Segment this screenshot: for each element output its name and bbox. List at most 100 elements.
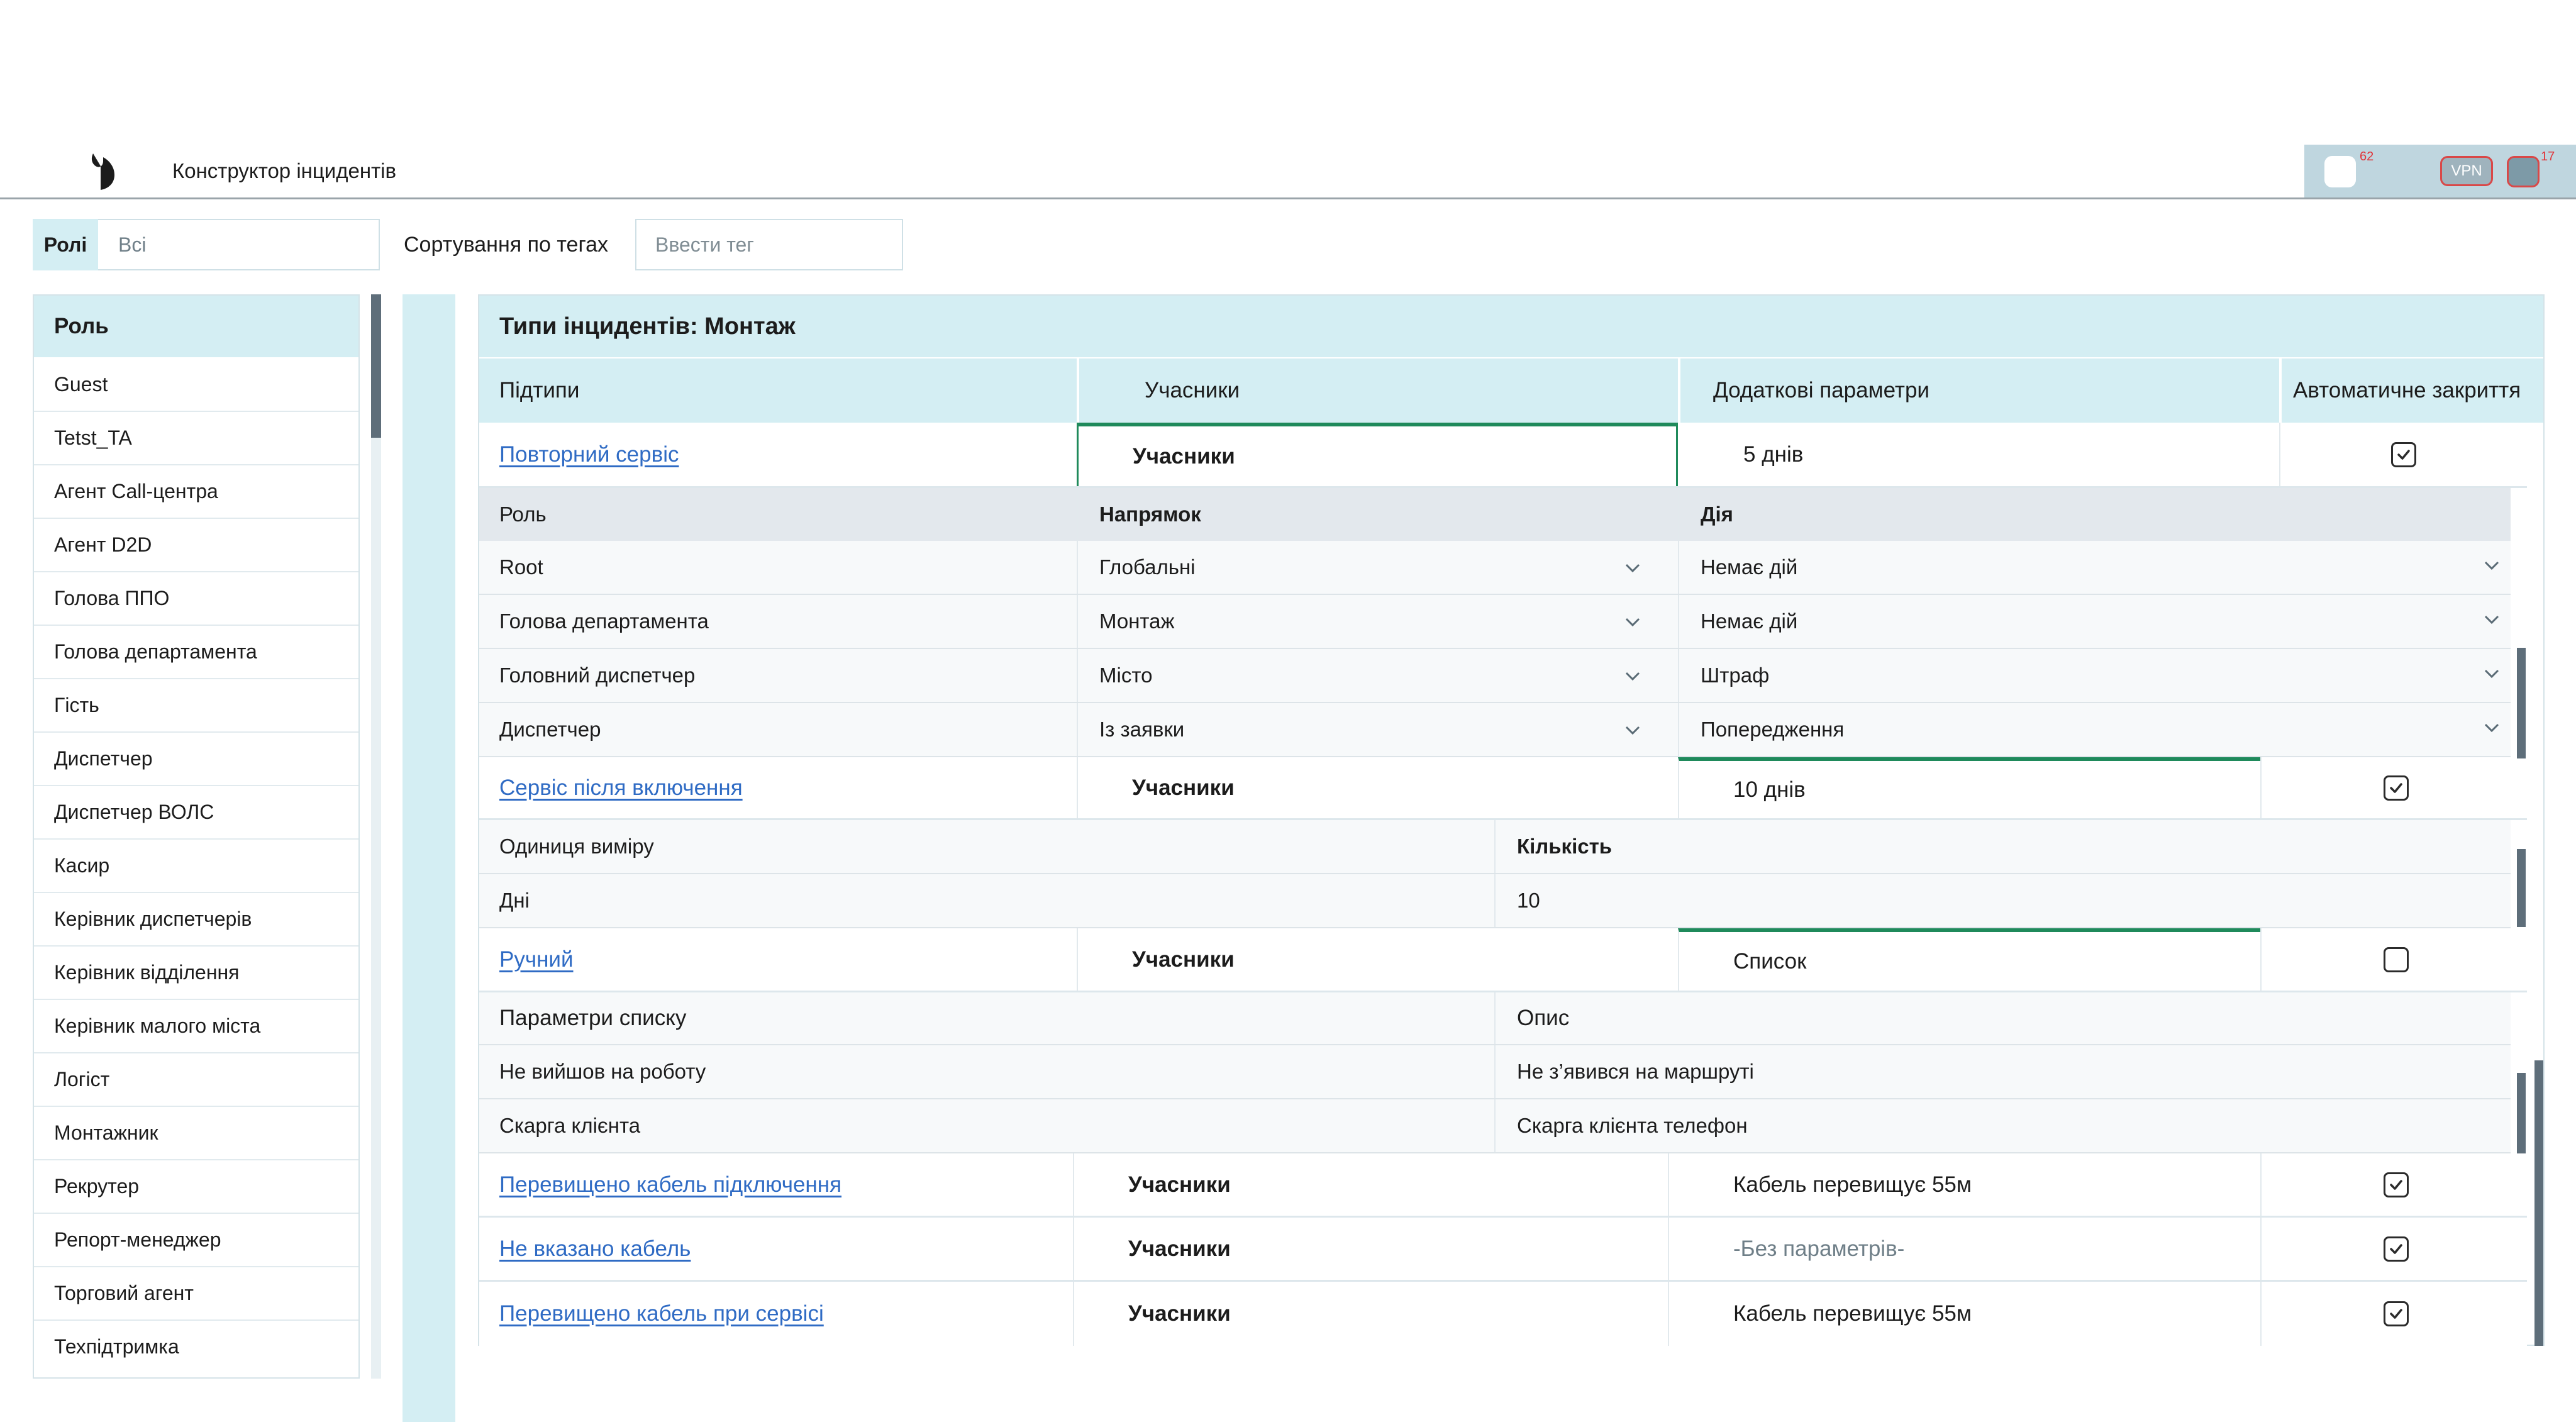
sidebar-item[interactable]: Голова департамента: [34, 626, 358, 679]
main-scroll-thumb[interactable]: [2534, 1060, 2543, 1346]
action-select[interactable]: Немає дій: [1678, 541, 2511, 594]
sidebar-item[interactable]: Керівник диспетчерів: [34, 893, 358, 947]
table-row[interactable]: Перевищено кабель підключення Учасники К…: [479, 1153, 2527, 1218]
chevron-down-icon: [1625, 672, 1640, 681]
action-select[interactable]: Попередження: [1678, 703, 2511, 756]
params-cell[interactable]: 5 днів: [1678, 423, 2279, 486]
params-cell[interactable]: 10 днів: [1678, 757, 2260, 818]
sidebar-item[interactable]: Монтажник: [34, 1107, 358, 1160]
direction-select[interactable]: Місто: [1077, 649, 1678, 702]
sidebar-item[interactable]: Гість: [34, 679, 358, 733]
action-select[interactable]: Штраф: [1678, 649, 2511, 702]
header-divider: [0, 197, 2576, 199]
params-cell[interactable]: Список: [1678, 928, 2260, 991]
subtype-link[interactable]: Сервіс після включення: [499, 775, 743, 801]
participants-cell[interactable]: Учасники: [1073, 1153, 1668, 1216]
param-unit: Дні: [499, 889, 530, 912]
table-row[interactable]: Перевищено кабель при сервісі Учасники К…: [479, 1282, 2527, 1346]
sidebar-item[interactable]: Керівник малого міста: [34, 1000, 358, 1053]
participants-cell[interactable]: Учасники: [1073, 1218, 1668, 1280]
chevron-down-icon: [1625, 564, 1640, 573]
action-select[interactable]: Немає дій: [1678, 595, 2511, 648]
params-scroll-thumb[interactable]: [2517, 849, 2526, 927]
participant-role: Голова департамента: [499, 609, 709, 633]
table-row[interactable]: Повторний сервіс Учасники 5 днів: [479, 423, 2527, 488]
participants-cell[interactable]: Учасники: [1077, 423, 1678, 486]
vpn-button[interactable]: VPN: [2440, 156, 2493, 186]
list-scroll-thumb[interactable]: [2517, 1073, 2526, 1153]
table-row[interactable]: Сервіс після включення Учасники 10 днів: [479, 757, 2527, 820]
subtype-link[interactable]: Ручний: [499, 947, 574, 972]
direction-value: Глобальні: [1099, 555, 1196, 579]
sidebar-header: Роль: [34, 296, 358, 357]
brand-logo-icon[interactable]: [87, 152, 119, 191]
subheader-role: Роль: [499, 503, 547, 526]
participants-cell[interactable]: Учасники: [1073, 1282, 1668, 1346]
checkmark-icon: [2390, 1179, 2402, 1190]
list-description[interactable]: Скарга клієнта телефон: [1494, 1099, 2511, 1152]
sidebar-scroll-thumb[interactable]: [371, 294, 381, 438]
params-cell[interactable]: Кабель перевищує 55м: [1668, 1153, 2260, 1216]
direction-select[interactable]: Монтаж: [1077, 595, 1678, 648]
params-subtable: Одиниця виміру Кількість Дні 10: [479, 820, 2511, 928]
sidebar-item[interactable]: Репорт-менеджер: [34, 1214, 358, 1267]
auto-close-checkbox[interactable]: [2391, 442, 2416, 467]
chevron-down-icon: [2484, 561, 2499, 570]
participants-cell[interactable]: Учасники: [1077, 757, 1678, 818]
avatar-badge: 17: [2541, 150, 2555, 164]
auto-close-checkbox[interactable]: [2384, 1301, 2409, 1326]
sidebar-scrollbar[interactable]: [371, 294, 381, 1379]
participants-scroll-thumb[interactable]: [2517, 648, 2526, 758]
sidebar-item[interactable]: Диспетчер ВОЛС: [34, 786, 358, 840]
sidebar-item[interactable]: Логіст: [34, 1053, 358, 1107]
auto-close-checkbox[interactable]: [2384, 1236, 2409, 1262]
auto-close-checkbox[interactable]: [2384, 947, 2409, 972]
subheader-quantity: Кількість: [1494, 820, 2511, 873]
participants-cell[interactable]: Учасники: [1077, 928, 1678, 991]
sidebar-item[interactable]: Guest: [34, 358, 358, 412]
participant-role: Root: [499, 555, 543, 579]
sidebar-item[interactable]: Диспетчер: [34, 733, 358, 786]
subtype-link[interactable]: Перевищено кабель підключення: [499, 1172, 841, 1197]
list-description[interactable]: Не з’явився на маршруті: [1494, 1045, 2511, 1098]
list-subtable-header: Параметри списку Опис: [479, 992, 2511, 1045]
checkmark-icon: [2390, 1243, 2402, 1254]
roles-filter-label: Ролі: [33, 219, 98, 270]
params-cell[interactable]: Кабель перевищує 55м: [1668, 1282, 2260, 1346]
action-value: Немає дій: [1701, 555, 1798, 579]
table-row[interactable]: Ручний Учасники Список: [479, 928, 2527, 992]
participant-row: Головний диспетчер Місто Штраф: [479, 649, 2511, 703]
checkmark-icon: [2390, 1309, 2402, 1319]
auto-close-checkbox[interactable]: [2384, 775, 2409, 801]
direction-value: Монтаж: [1099, 609, 1175, 633]
subtype-link[interactable]: Перевищено кабель при сервісі: [499, 1301, 824, 1326]
notification-badge: 62: [2360, 150, 2374, 164]
participant-role: Головний диспетчер: [499, 664, 696, 687]
notifications-toggle[interactable]: [2324, 156, 2356, 187]
sidebar-item[interactable]: Голова ППО: [34, 572, 358, 626]
table-row[interactable]: Не вказано кабель Учасники -Без параметр…: [479, 1218, 2527, 1282]
tag-sort-label: Сортування по тегах: [404, 233, 609, 257]
sidebar-item[interactable]: Касир: [34, 840, 358, 893]
param-quantity[interactable]: 10: [1494, 874, 2511, 927]
sidebar-item[interactable]: Рекрутер: [34, 1160, 358, 1214]
sidebar-item[interactable]: Агент D2D: [34, 519, 358, 572]
sidebar-item[interactable]: Агент Call-центра: [34, 465, 358, 519]
params-cell[interactable]: -Без параметрів-: [1668, 1218, 2260, 1280]
roles-filter-value[interactable]: Всі: [118, 219, 146, 270]
subheader-description: Опис: [1494, 992, 2511, 1044]
list-param: Не вийшов на роботу: [499, 1060, 706, 1083]
tag-input[interactable]: [635, 219, 903, 270]
avatar[interactable]: [2507, 156, 2540, 187]
subtype-link[interactable]: Не вказано кабель: [499, 1236, 691, 1262]
subtype-link[interactable]: Повторний сервіс: [499, 442, 679, 467]
sidebar-item[interactable]: Техпідтримка: [34, 1321, 358, 1374]
sidebar-item[interactable]: Tetst_TA: [34, 412, 358, 465]
direction-value: Місто: [1099, 664, 1153, 687]
sidebar-item[interactable]: Торговий агент: [34, 1267, 358, 1321]
sidebar-item[interactable]: Керівник відділення: [34, 947, 358, 1000]
column-header-subtypes: Підтипи: [479, 358, 1077, 423]
direction-select[interactable]: Глобальні: [1077, 541, 1678, 594]
direction-select[interactable]: Із заявки: [1077, 703, 1678, 756]
auto-close-checkbox[interactable]: [2384, 1172, 2409, 1197]
